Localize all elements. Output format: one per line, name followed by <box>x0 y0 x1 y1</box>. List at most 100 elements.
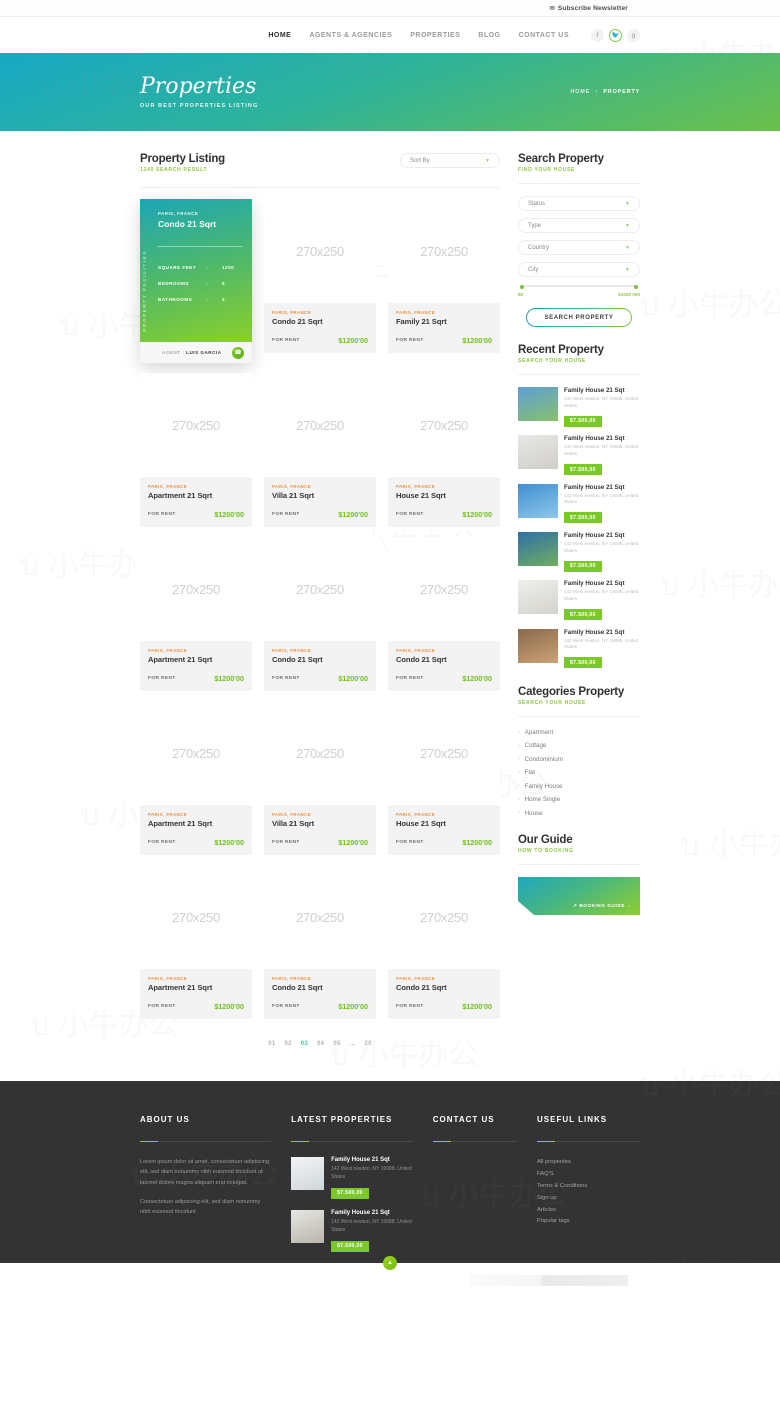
property-card[interactable]: 270x250 PARIS, FRANCE Condo 21 Sqrt FOR … <box>388 865 500 1019</box>
footer-about-column: ABOUT US Lorem ipsum dolor sit amet, con… <box>140 1115 272 1263</box>
property-card[interactable]: 270x250 PARIS, FRANCE House 21 Sqrt FOR … <box>388 373 500 527</box>
footer-latest-heading: LATEST PROPERTIES <box>291 1115 393 1124</box>
divider <box>518 374 640 375</box>
recent-property-item[interactable]: Family House 21 Sqt 142 West newton, NY … <box>518 435 640 476</box>
property-card[interactable]: 270x250 PARIS, FRANCE Apartment 21 Sqrt … <box>140 373 252 527</box>
nav-item-blog[interactable]: BLOG <box>478 32 500 39</box>
category-item[interactable]: › Flat <box>518 769 640 776</box>
nav-item-contact[interactable]: CONTACT US <box>519 32 569 39</box>
property-location: PARIS, FRANCE <box>396 976 436 981</box>
property-card[interactable]: 270x250 PARIS, FRANCE Apartment 21 Sqrt … <box>140 537 252 691</box>
slider-knob-min[interactable] <box>520 285 524 289</box>
recent-property-title: Family House 21 Sqt <box>564 580 625 588</box>
pagination-item[interactable]: 02 <box>284 1041 291 1047</box>
recent-property-title: Family House 21 Sqt <box>564 483 625 491</box>
recent-property-item[interactable]: Family House 21 Sqt 142 West newton, NY … <box>518 531 640 572</box>
pagination-item[interactable]: 04 <box>317 1041 324 1047</box>
city-select[interactable]: City ▼ <box>518 262 640 277</box>
nav-item-properties[interactable]: PROPERTIES <box>410 32 460 39</box>
sort-by-label: Sort By <box>410 157 430 164</box>
facebook-icon[interactable]: f <box>591 28 604 42</box>
pagination-item[interactable]: 20 <box>365 1041 372 1047</box>
property-image-placeholder: 270x250 <box>140 701 252 805</box>
google-plus-icon[interactable]: g <box>627 28 640 42</box>
chevron-right-icon: › <box>518 756 520 763</box>
country-select[interactable]: Country ▼ <box>518 240 640 255</box>
category-item[interactable]: › Apartment <box>518 729 640 736</box>
footer-latest-item[interactable]: Family House 21 Sqt 142 West newton, NY … <box>291 1210 413 1252</box>
property-grid: PROPERTY FACILITIES PARIS, FRANCE Condo … <box>140 199 500 1019</box>
search-property-button[interactable]: SEARCH PROPERTY <box>526 308 632 327</box>
property-card-footer: FOR RENT $1200'00 <box>148 1002 244 1011</box>
our-guide-title: Our Guide <box>518 833 573 846</box>
footer-useful-link[interactable]: Popular tags <box>537 1216 640 1228</box>
property-image-placeholder: 270x250 <box>140 373 252 477</box>
property-thumbnail <box>518 387 558 421</box>
footer-useful-link[interactable]: All properties <box>537 1157 640 1169</box>
nav-item-home[interactable]: HOME <box>268 32 291 39</box>
nav-item-agents[interactable]: AGENTS & AGENCIES <box>309 32 392 39</box>
property-location: PARIS, FRANCE <box>148 648 188 653</box>
pagination-item[interactable]: 03 <box>301 1041 308 1047</box>
property-title: Villa 21 Sqrt <box>272 491 315 500</box>
subscribe-newsletter-link[interactable]: ✉ Subscribe Newsletter <box>550 5 628 12</box>
property-card[interactable]: 270x250 PARIS, FRANCE Villa 21 Sqrt FOR … <box>264 373 376 527</box>
price-badge: $7.500,00 <box>564 609 602 621</box>
property-card-body: PARIS, FRANCE Villa 21 Sqrt FOR RENT $12… <box>264 805 376 855</box>
property-card[interactable]: 270x250 PARIS, FRANCE Condo 21 Sqrt FOR … <box>388 537 500 691</box>
property-price: $1200'00 <box>338 674 368 683</box>
pagination-item[interactable]: 05 <box>333 1041 340 1047</box>
booking-guide-banner[interactable]: ↗ BOOKING GUIDE → <box>518 876 640 915</box>
sort-by-select[interactable]: Sort By ▼ <box>400 153 500 168</box>
property-card-body: PARIS, FRANCE Apartment 21 Sqrt FOR RENT… <box>140 477 252 527</box>
footer-latest-item[interactable]: Family House 21 Sqt 142 West newton, NY … <box>291 1157 413 1199</box>
property-card[interactable]: 270x250 PARIS, FRANCE Condo 21 Sqrt FOR … <box>264 537 376 691</box>
twitter-icon[interactable]: 🐦 <box>609 28 622 42</box>
breadcrumb-current: PROPERTY <box>603 89 640 95</box>
phone-icon[interactable]: ☎ <box>232 346 244 359</box>
breadcrumb-home[interactable]: HOME <box>570 89 590 95</box>
footer-useful-link[interactable]: Sign up <box>537 1193 640 1205</box>
price-badge: $7.500,00 <box>564 415 602 427</box>
property-card[interactable]: 270x250 PARIS, FRANCE Condo 21 Sqrt FOR … <box>264 199 376 363</box>
property-title: House 21 Sqrt <box>396 491 446 500</box>
footer-useful-link[interactable]: Terms & Conditions <box>537 1181 640 1193</box>
recent-property-item[interactable]: Family House 21 Sqt 142 West newton, NY … <box>518 387 640 427</box>
category-item[interactable]: › Cottage <box>518 742 640 749</box>
property-card[interactable]: 270x250 PARIS, FRANCE Condo 21 Sqrt FOR … <box>264 865 376 1019</box>
status-select[interactable]: Status ▼ <box>518 196 640 211</box>
pagination-item[interactable]: ... <box>350 1041 356 1047</box>
property-card[interactable]: 270x250 PARIS, FRANCE Apartment 21 Sqrt … <box>140 701 252 855</box>
breadcrumb-separator: › <box>595 89 599 95</box>
category-item[interactable]: › Family House <box>518 783 640 790</box>
type-select[interactable]: Type ▼ <box>518 218 640 233</box>
property-listing-column: Property Listing 1240 SEARCH RESULT Sort… <box>140 153 500 1047</box>
footer-latest-title: Family House 21 Sqt <box>331 1157 390 1163</box>
slider-knob-max[interactable] <box>634 285 638 289</box>
recent-property-item[interactable]: Family House 21 Sqt 142 West newton, NY … <box>518 580 640 621</box>
category-item[interactable]: › Home Single <box>518 796 640 803</box>
property-image-placeholder: 270x250 <box>264 865 376 969</box>
category-item[interactable]: › Condominium <box>518 756 640 763</box>
footer-useful-link[interactable]: FAQ'S <box>537 1169 640 1181</box>
footer-useful-link[interactable]: Articles <box>537 1205 640 1217</box>
pagination: 01 02 03 04 05... 20 <box>140 1041 500 1047</box>
recent-property-address: 142 West newton, NY 19088, United States <box>564 589 639 601</box>
price-range-slider[interactable] <box>520 285 638 289</box>
property-card[interactable]: 270x250 PARIS, FRANCE House 21 Sqrt FOR … <box>388 701 500 855</box>
property-card[interactable]: 270x250 PARIS, FRANCE Villa 21 Sqrt FOR … <box>264 701 376 855</box>
recent-property-item[interactable]: Family House 21 Sqt 142 West newton, NY … <box>518 483 640 524</box>
footer-contact-heading: CONTACT US <box>432 1115 495 1124</box>
recent-property-item[interactable]: Family House 21 Sqt 142 West newton, NY … <box>518 628 640 669</box>
property-card[interactable]: 270x250 PARIS, FRANCE Apartment 21 Sqrt … <box>140 865 252 1019</box>
our-guide-widget: Our Guide HOW TO BOOKING ↗ BOOKING GUIDE… <box>518 834 640 915</box>
property-card[interactable]: 270x250 PARIS, FRANCE Family 21 Sqrt FOR… <box>388 199 500 363</box>
property-price: $1200'00 <box>462 510 492 519</box>
property-card-featured[interactable]: PROPERTY FACILITIES PARIS, FRANCE Condo … <box>140 199 252 363</box>
pagination-item[interactable]: 01 <box>268 1041 275 1047</box>
listing-title: Property Listing <box>140 153 225 165</box>
price-badge: $7.500,00 <box>564 512 602 524</box>
category-item[interactable]: › House <box>518 810 640 817</box>
featured-card-footer: AGENT : LUIS GARCIA ☎ <box>140 342 252 363</box>
chevron-up-icon[interactable]: ▲ <box>383 1256 397 1270</box>
